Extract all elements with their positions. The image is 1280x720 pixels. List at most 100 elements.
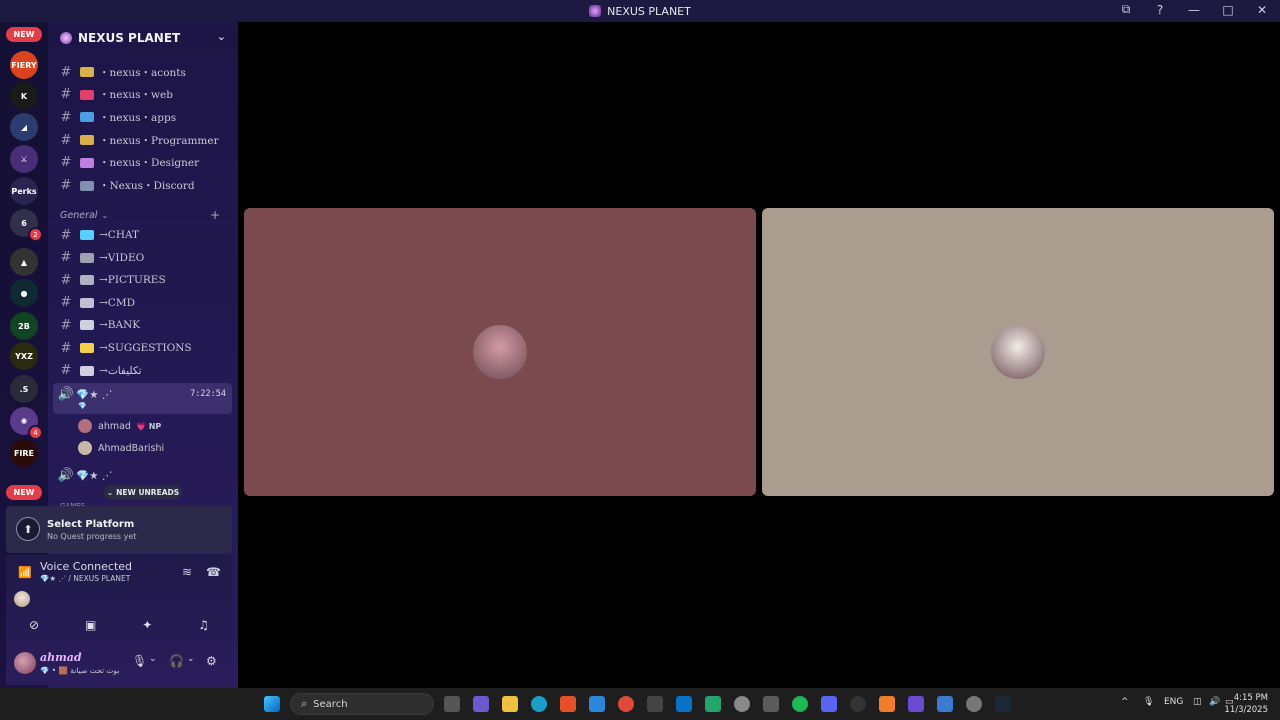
channel-item[interactable]: # →BANK (56, 315, 234, 335)
xampp-icon[interactable] (879, 696, 895, 712)
brave-icon[interactable] (560, 696, 576, 712)
file-explorer-icon[interactable] (502, 696, 518, 712)
channel-item[interactable]: # →PICTURES (56, 270, 234, 290)
video-tile[interactable] (244, 208, 756, 496)
channel-label: →تكليفات (99, 364, 142, 377)
steam-icon[interactable] (995, 696, 1011, 712)
app-icon[interactable] (966, 696, 982, 712)
chevron-up-icon[interactable]: ^ (1121, 697, 1129, 707)
server-icon[interactable]: Perks (10, 177, 38, 205)
chevron-down-icon[interactable]: ⌄ (217, 30, 226, 43)
server-icon[interactable]: YXZ (10, 342, 38, 370)
voice-connected-subtitle[interactable]: 💎★ ⋰ / NEXUS PLANET (40, 574, 130, 583)
channel-item[interactable]: # ・nexus・Programmer (56, 130, 234, 150)
server-icon[interactable]: FIERY (10, 51, 38, 79)
channel-item[interactable]: # →CHAT (56, 225, 234, 245)
hash-icon: # (60, 363, 72, 379)
channel-label: ・Nexus・Discord (99, 180, 195, 192)
m365-icon[interactable] (473, 696, 489, 712)
channel-emoji-icon (80, 297, 94, 308)
voice-user[interactable]: AhmadBarishi (78, 438, 164, 458)
inbox-icon[interactable]: ⧉ (1118, 2, 1134, 17)
app-icon[interactable] (937, 696, 953, 712)
voice-channel-2[interactable]: 🔊 💎★ ⋰ (56, 465, 234, 485)
avatar (78, 441, 92, 455)
app-icon[interactable] (850, 696, 866, 712)
avatar[interactable] (14, 591, 30, 607)
new-pill-top[interactable]: NEW (6, 27, 42, 42)
edge-icon[interactable] (531, 696, 547, 712)
server-header[interactable]: NEXUS PLANET ⌄ (48, 22, 238, 54)
maximize-button[interactable]: □ (1220, 3, 1236, 17)
disconnect-icon[interactable]: ☎ (206, 565, 221, 579)
close-button[interactable]: ✕ (1254, 3, 1270, 17)
avatar[interactable] (14, 652, 36, 674)
server-icon[interactable]: ⚔ (10, 145, 38, 173)
app-icon[interactable] (763, 696, 779, 712)
start-icon[interactable] (264, 696, 280, 712)
voice-connected-title[interactable]: Voice Connected (40, 560, 132, 573)
store-icon[interactable] (647, 696, 663, 712)
activities-icon[interactable]: ✦ (142, 618, 152, 632)
server-icon[interactable]: ● (10, 279, 38, 307)
username[interactable]: ahmad (40, 651, 82, 664)
add-channel-icon[interactable]: + (210, 208, 220, 222)
voice-timer: 7:22:54 (190, 389, 226, 399)
server-icon[interactable]: .S (10, 375, 38, 403)
task-view-icon[interactable] (444, 696, 460, 712)
settings-icon[interactable] (734, 696, 750, 712)
search-box[interactable]: ⌕ Search (290, 693, 434, 715)
channel-item[interactable]: # ・Nexus・Discord (56, 176, 234, 196)
channel-item[interactable]: # ・nexus・aconts (56, 62, 234, 82)
video-tile[interactable] (762, 208, 1274, 496)
wifi-icon[interactable]: ◫ (1193, 697, 1202, 707)
new-unreads-button[interactable]: ⌄ NEW UNREADS (104, 485, 182, 499)
voice-user[interactable]: ahmad 💗 NP (78, 416, 161, 436)
quest-card[interactable]: ⬆ Select Platform No Quest progress yet (6, 506, 232, 553)
screen-share-icon[interactable]: ▣ (85, 618, 96, 632)
new-pill-bottom[interactable]: NEW (6, 485, 42, 500)
microphone-icon[interactable]: 🎙 (132, 654, 147, 668)
server-icon (589, 5, 602, 17)
server-icon[interactable]: 2B (10, 312, 38, 340)
discord-icon[interactable] (821, 696, 837, 712)
volume-icon[interactable]: 🔊 (1209, 697, 1220, 707)
clock[interactable]: 4:15 PM 11/3/2025 (1224, 692, 1268, 716)
help-icon[interactable]: ? (1152, 3, 1168, 17)
channel-item[interactable]: # ・nexus・Designer (56, 153, 234, 173)
chevron-down-icon[interactable]: ⌄ (149, 654, 157, 664)
server-icon[interactable]: ◢ (10, 113, 38, 141)
server-icon[interactable]: ▲ (10, 248, 38, 276)
channel-item[interactable]: # →SUGGESTIONS (56, 338, 234, 358)
minimize-button[interactable]: — (1186, 3, 1202, 17)
app-icon[interactable] (908, 696, 924, 712)
channel-label: →VIDEO (99, 251, 145, 264)
gear-icon[interactable]: ⚙ (206, 654, 217, 668)
avatar (78, 419, 92, 433)
chevron-down-icon[interactable]: ⌄ (187, 654, 195, 664)
headphones-icon[interactable]: 🎧 (169, 654, 184, 668)
channel-item[interactable]: # →CMD (56, 293, 234, 313)
server-icon[interactable]: FIRE (10, 439, 38, 467)
vscode-icon[interactable] (589, 696, 605, 712)
noise-suppression-icon[interactable]: ≋ (182, 565, 192, 579)
language-indicator[interactable]: ENG (1164, 697, 1183, 707)
outlook-icon[interactable] (676, 696, 692, 712)
channel-label: →BANK (99, 319, 141, 332)
channel-item[interactable]: # →VIDEO (56, 248, 234, 268)
signal-icon[interactable]: 📶 (18, 566, 32, 579)
channel-item[interactable]: # ・nexus・web (56, 85, 234, 105)
microphone-icon[interactable]: 🎙 (1143, 697, 1154, 707)
channel-item[interactable]: # ・nexus・apps (56, 107, 234, 127)
soundboard-icon[interactable]: ♫ (198, 618, 209, 632)
voice-channel[interactable]: 🔊 💎★ ⋰ 7:22:54 (56, 384, 234, 404)
chrome-icon[interactable] (618, 696, 634, 712)
voice-user-tag: 💗 NP (135, 421, 162, 431)
camera-off-icon[interactable]: ⊘ (29, 618, 39, 632)
server-icon[interactable]: K (10, 82, 38, 110)
server-name: NEXUS PLANET (78, 31, 181, 45)
app-icon[interactable] (705, 696, 721, 712)
channel-item[interactable]: # →تكليفات (56, 361, 234, 381)
spotify-icon[interactable] (792, 696, 808, 712)
category-general[interactable]: General ⌄ + (60, 208, 230, 222)
